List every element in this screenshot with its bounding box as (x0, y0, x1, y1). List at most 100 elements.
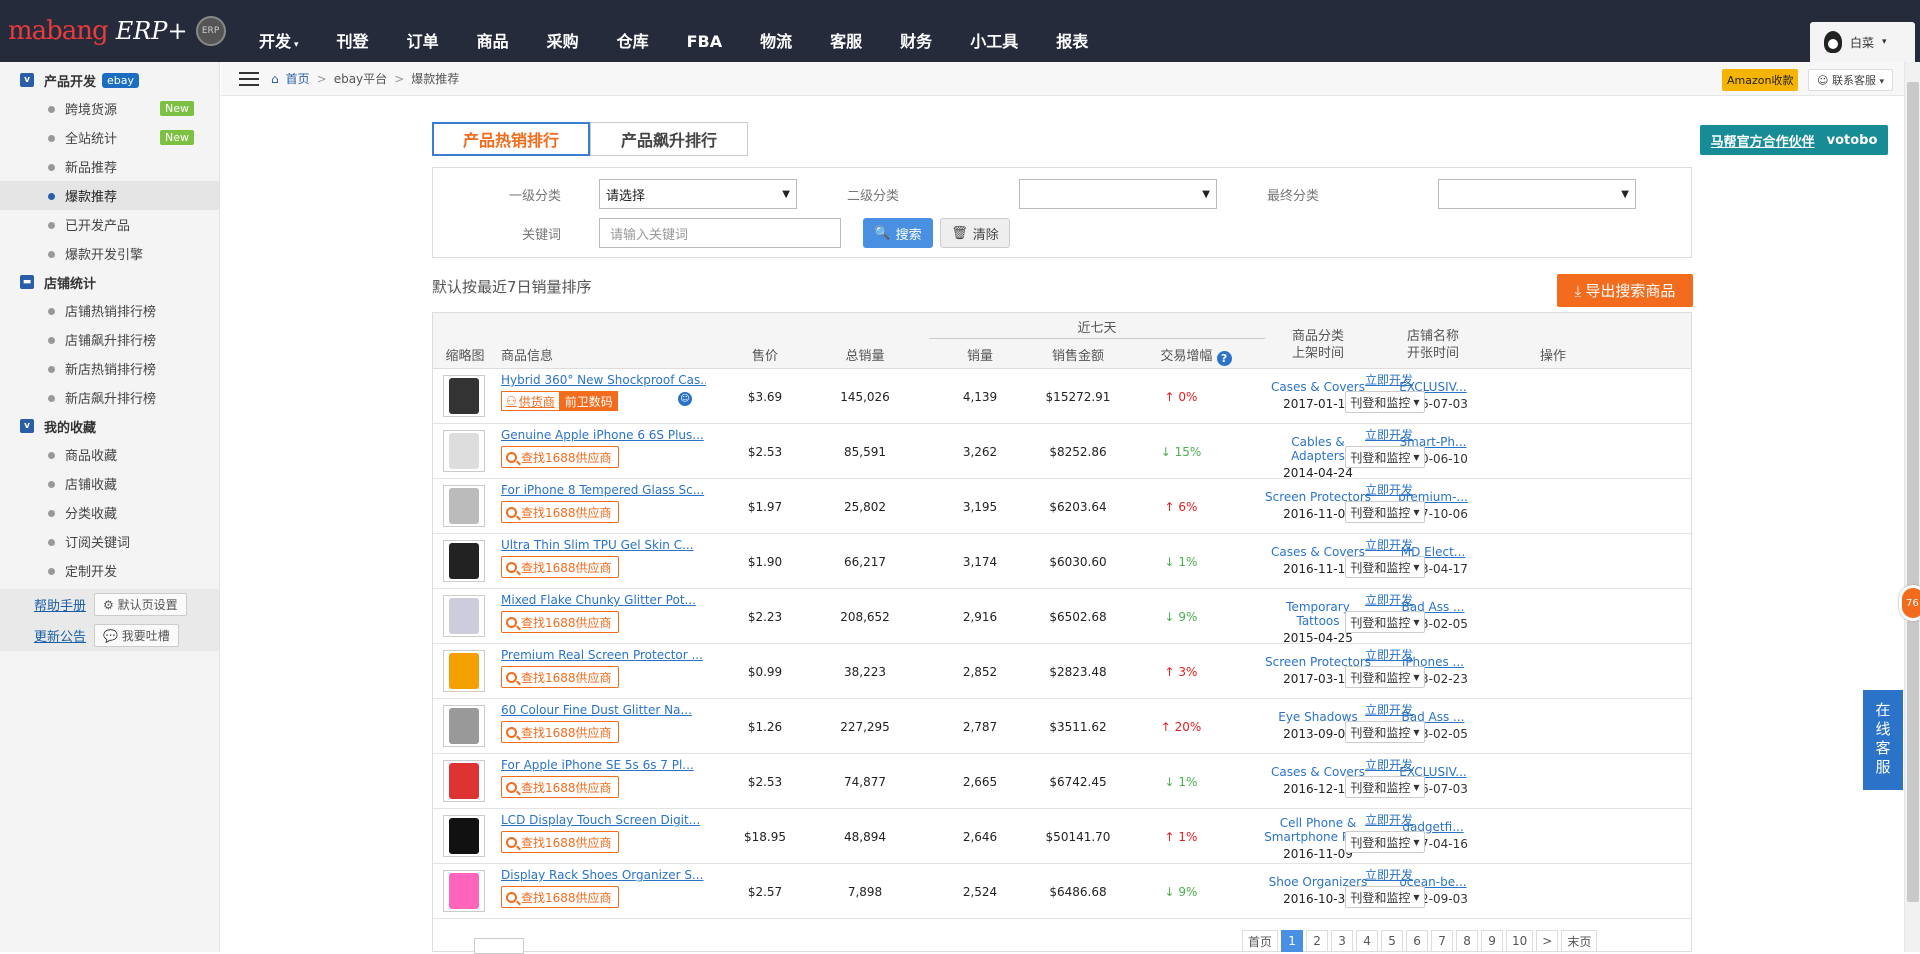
help-icon[interactable]: ? (1216, 351, 1232, 366)
product-title-link[interactable]: Mixed Flake Chunky Glitter Pot... (501, 593, 706, 607)
nav-fba[interactable]: FBA (668, 0, 742, 62)
cat1-select[interactable]: 请选择 ▼ (599, 179, 797, 209)
menu-toggle-icon[interactable] (239, 71, 259, 86)
page-button[interactable]: 首页 (1242, 930, 1279, 952)
product-thumbnail[interactable] (443, 485, 485, 527)
develop-now-link[interactable]: 立即开发 (1359, 426, 1419, 443)
product-title-link[interactable]: For iPhone 8 Tempered Glass Sc... (501, 483, 706, 497)
list-monitor-dropdown[interactable]: 刊登和监控 ▼ (1345, 391, 1425, 413)
page-button[interactable]: 4 (1356, 930, 1379, 952)
scrollbar-thumb[interactable] (1907, 82, 1919, 902)
notice-link[interactable]: 更新公告 (34, 626, 86, 645)
product-thumbnail[interactable] (443, 375, 485, 417)
page-button[interactable]: 2 (1306, 930, 1329, 952)
sidebar-group-title[interactable]: v 产品开发 ebay (0, 66, 219, 94)
find-supplier-button[interactable]: 查找1688供应商 (501, 666, 619, 688)
list-monitor-dropdown[interactable]: 刊登和监控 ▼ (1345, 446, 1425, 468)
find-supplier-button[interactable]: 查找1688供应商 (501, 446, 619, 468)
product-title-link[interactable]: For Apple iPhone SE 5s 6s 7 Pl... (501, 758, 706, 772)
help-link[interactable]: 帮助手册 (34, 595, 86, 614)
sidebar-item-keywords[interactable]: 订阅关键词 (0, 527, 219, 556)
notification-bubble[interactable]: 76 (1899, 585, 1920, 621)
product-title-link[interactable]: Premium Real Screen Protector ... (501, 648, 706, 662)
cat2-select[interactable]: ▼ (1019, 179, 1217, 209)
tab-hot-sales[interactable]: 产品热销排行 (432, 122, 590, 156)
product-title-link[interactable]: Display Rack Shoes Organizer S... (501, 868, 706, 882)
page-button[interactable]: 末页 (1561, 930, 1598, 952)
find-supplier-button[interactable]: 查找1688供应商 (501, 776, 619, 798)
nav-warehouse[interactable]: 仓库 (598, 0, 668, 62)
page-button[interactable]: 5 (1381, 930, 1404, 952)
find-supplier-button[interactable]: 查找1688供应商 (501, 886, 619, 908)
default-page-button[interactable]: ⚙ 默认页设置 (94, 593, 187, 616)
page-button[interactable]: 7 (1431, 930, 1454, 952)
online-service-button[interactable]: 在线客服 (1863, 690, 1903, 790)
export-button[interactable]: ⤓ 导出搜索商品 (1557, 274, 1693, 307)
list-monitor-dropdown[interactable]: 刊登和监控 ▼ (1345, 776, 1425, 798)
page-button[interactable]: 6 (1406, 930, 1429, 952)
page-button[interactable]: 9 (1481, 930, 1504, 952)
product-title-link[interactable]: LCD Display Touch Screen Digit... (501, 813, 706, 827)
product-title-link[interactable]: Ultra Thin Slim TPU Gel Skin C... (501, 538, 706, 552)
keyword-input[interactable]: 请输入关键词 (599, 218, 841, 248)
sidebar-item-shop-hot[interactable]: 店铺热销排行榜 (0, 296, 219, 325)
develop-now-link[interactable]: 立即开发 (1359, 646, 1419, 663)
sidebar-item-new-products[interactable]: 新品推荐 (0, 152, 219, 181)
amazon-payment-button[interactable]: Amazon收款 (1722, 69, 1799, 91)
nav-finance[interactable]: 财务 (881, 0, 951, 62)
sidebar-item-shop-rising[interactable]: 店铺飙升排行榜 (0, 325, 219, 354)
sidebar-item-hot-products[interactable]: 爆款推荐 (0, 181, 219, 210)
product-thumbnail[interactable] (443, 540, 485, 582)
product-thumbnail[interactable] (443, 430, 485, 472)
nav-reports[interactable]: 报表 (1037, 0, 1107, 62)
cat3-select[interactable]: ▼ (1438, 179, 1636, 209)
sidebar-item-fav-categories[interactable]: 分类收藏 (0, 498, 219, 527)
sidebar-item-site-stats[interactable]: 全站统计 New (0, 123, 219, 152)
sidebar-item-newshop-rising[interactable]: 新店飙升排行榜 (0, 383, 219, 412)
sidebar-item-fav-products[interactable]: 商品收藏 (0, 440, 219, 469)
sidebar-item-hot-engine[interactable]: 爆款开发引擎 (0, 239, 219, 268)
list-monitor-dropdown[interactable]: 刊登和监控 ▼ (1345, 611, 1425, 633)
product-thumbnail[interactable] (443, 705, 485, 747)
list-monitor-dropdown[interactable]: 刊登和监控 ▼ (1345, 721, 1425, 743)
find-supplier-button[interactable]: 查找1688供应商 (501, 556, 619, 578)
nav-tools[interactable]: 小工具 (951, 0, 1037, 62)
page-button[interactable]: 10 (1506, 930, 1534, 952)
product-title-link[interactable]: Hybrid 360° New Shockproof Cas... (501, 373, 706, 387)
product-thumbnail[interactable] (443, 760, 485, 802)
develop-now-link[interactable]: 立即开发 (1359, 811, 1419, 828)
nav-develop[interactable]: 开发 ▾ (240, 0, 318, 62)
user-menu[interactable]: 白菜 ▾ (1810, 22, 1915, 62)
develop-now-link[interactable]: 立即开发 (1359, 866, 1419, 883)
page-button[interactable]: 8 (1456, 930, 1479, 952)
develop-now-link[interactable]: 立即开发 (1359, 536, 1419, 553)
sidebar-item-cross-border[interactable]: 跨境货源 New (0, 94, 219, 123)
list-monitor-dropdown[interactable]: 刊登和监控 ▼ (1345, 886, 1425, 908)
contact-service-button[interactable]: ☺ 联系客服 ▾ (1808, 69, 1893, 91)
develop-now-link[interactable]: 立即开发 (1359, 756, 1419, 773)
find-supplier-button[interactable]: 查找1688供应商 (501, 501, 619, 523)
sidebar-item-fav-shops[interactable]: 店铺收藏 (0, 469, 219, 498)
develop-now-link[interactable]: 立即开发 (1359, 481, 1419, 498)
list-monitor-dropdown[interactable]: 刊登和监控 ▼ (1345, 666, 1425, 688)
logo[interactable]: mabang ERP+ ERP (8, 14, 226, 48)
nav-service[interactable]: 客服 (811, 0, 881, 62)
partner-banner[interactable]: 马帮官方合作伙伴 votobo (1700, 125, 1888, 155)
find-supplier-button[interactable]: 查找1688供应商 (501, 611, 619, 633)
nav-orders[interactable]: 订单 (388, 0, 458, 62)
search-button[interactable]: 🔍 搜索 (863, 218, 933, 248)
develop-now-link[interactable]: 立即开发 (1359, 591, 1419, 608)
develop-now-link[interactable]: 立即开发 (1359, 371, 1419, 388)
sidebar-group-title[interactable]: ▬ 店铺统计 (0, 268, 219, 296)
product-title-link[interactable]: 60 Colour Fine Dust Glitter Na... (501, 703, 706, 717)
list-monitor-dropdown[interactable]: 刊登和监控 ▼ (1345, 501, 1425, 523)
list-monitor-dropdown[interactable]: 刊登和监控 ▼ (1345, 556, 1425, 578)
product-thumbnail[interactable] (443, 815, 485, 857)
product-thumbnail[interactable] (443, 870, 485, 912)
find-supplier-button[interactable]: 查找1688供应商 (501, 831, 619, 853)
sidebar-item-newshop-hot[interactable]: 新店热销排行榜 (0, 354, 219, 383)
feedback-button[interactable]: 💬 我要吐槽 (94, 624, 179, 647)
page-button[interactable]: > (1536, 930, 1559, 952)
sidebar-item-developed[interactable]: 已开发产品 (0, 210, 219, 239)
clear-button[interactable]: 🗑 清除 (940, 218, 1010, 248)
